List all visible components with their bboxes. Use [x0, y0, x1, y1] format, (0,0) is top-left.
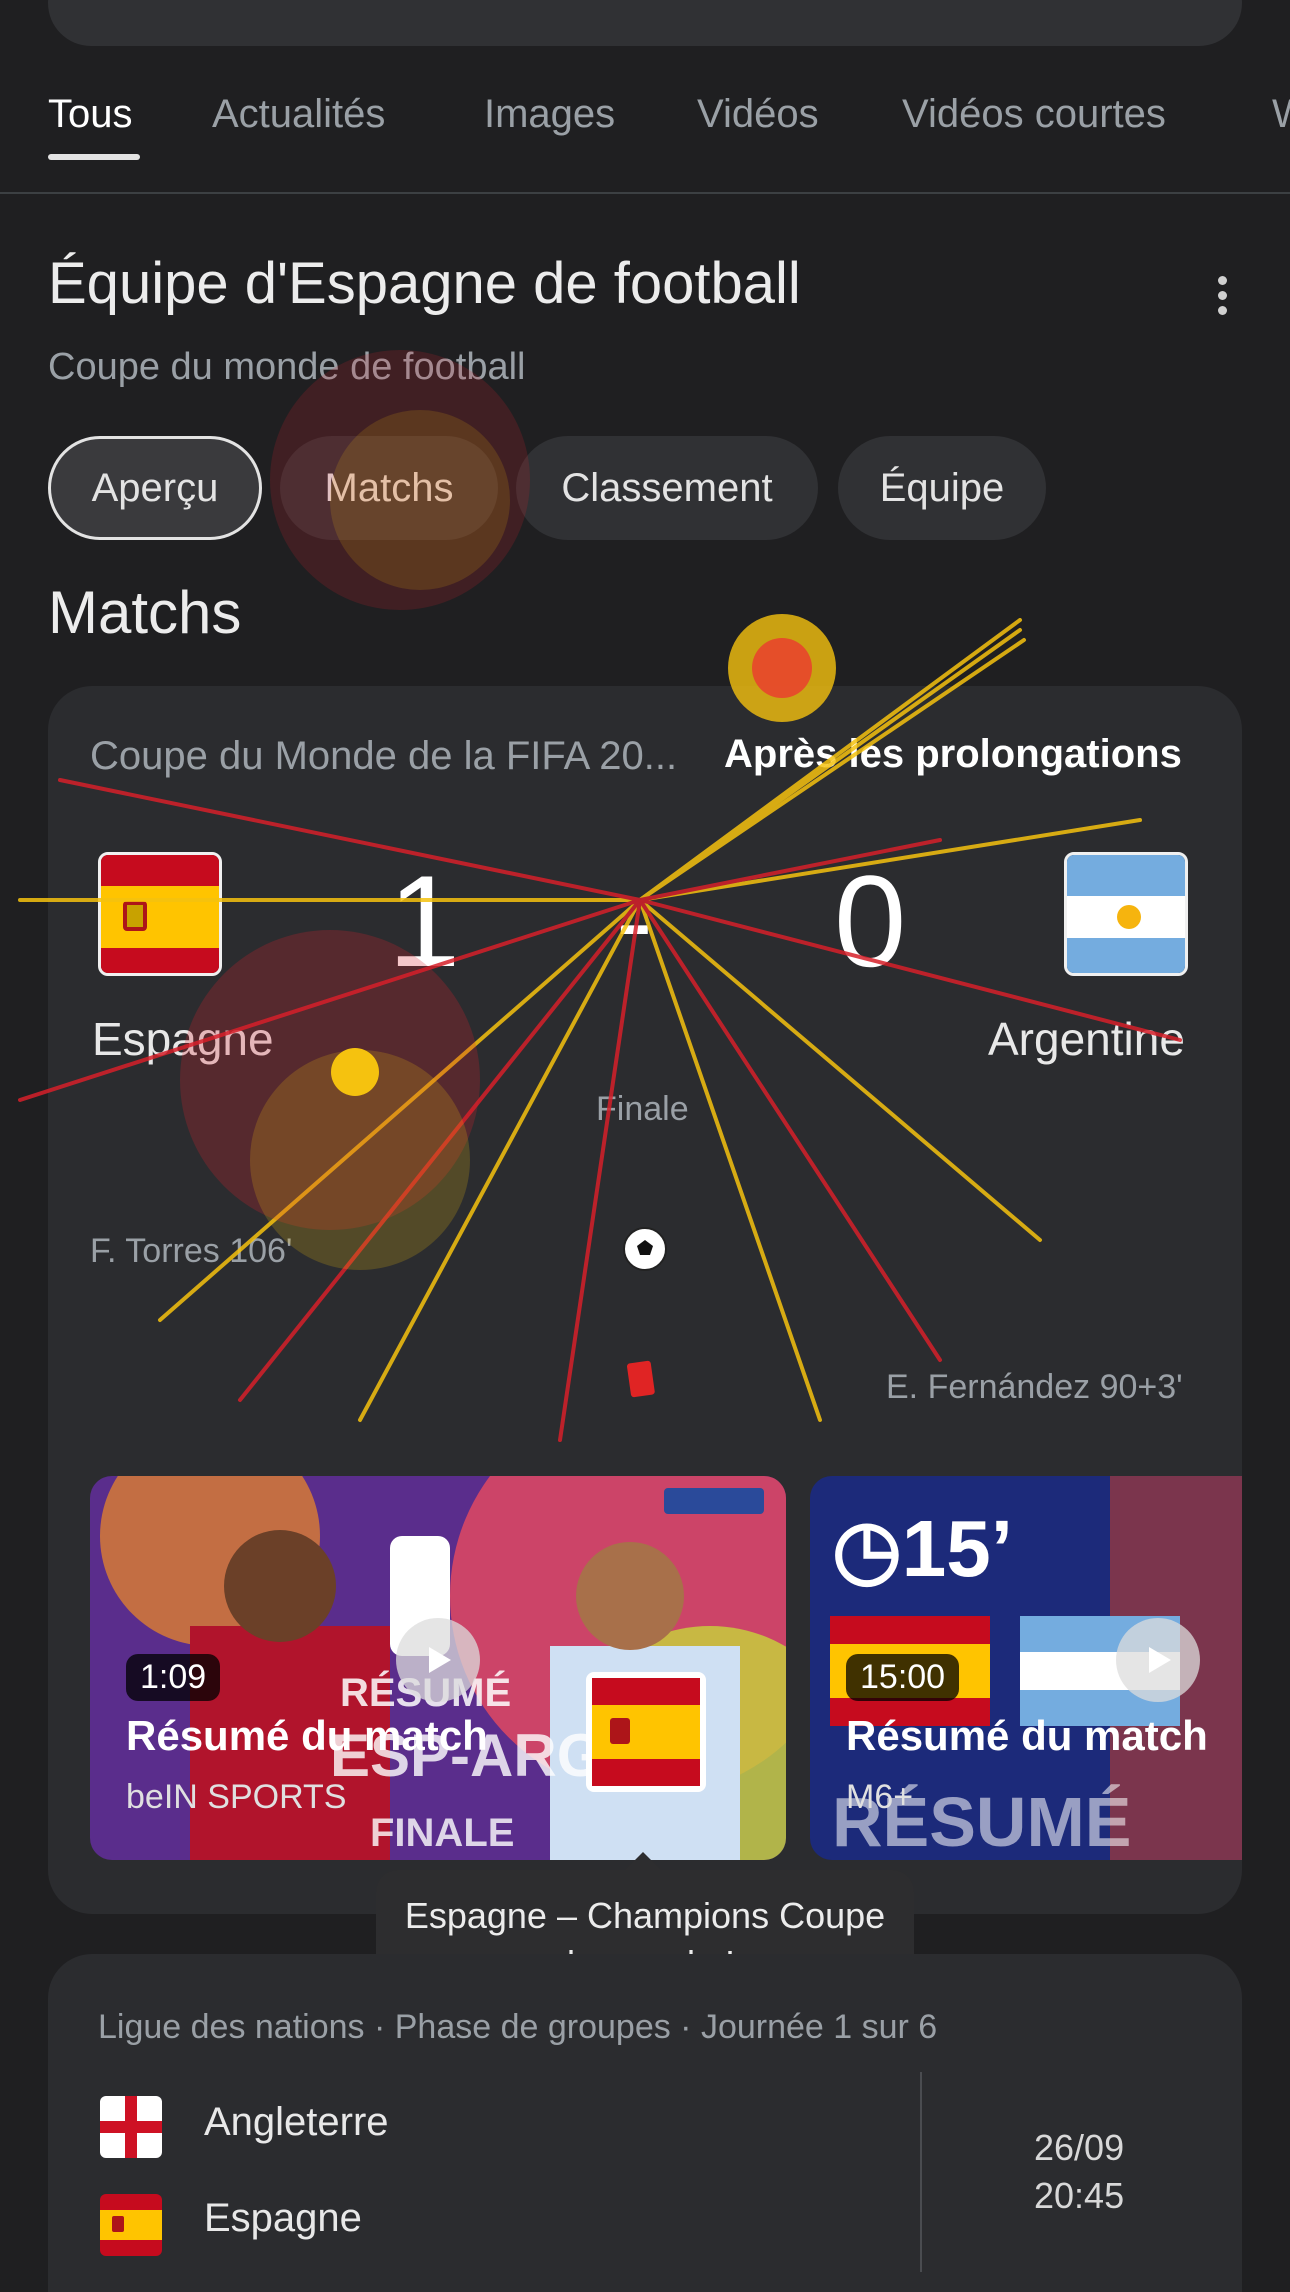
entity-title: Équipe d'Espagne de football	[48, 251, 801, 316]
divider	[920, 2072, 922, 2272]
video-duration: 1:09	[126, 1654, 221, 1701]
tab-videos[interactable]: Vidéos	[697, 92, 819, 137]
video-card-1[interactable]: RÉSUMÉ ESP-ARG FINALE 1:09 Résumé du mat…	[90, 1476, 786, 1860]
more-options-icon[interactable]	[1210, 276, 1234, 320]
england-flag	[100, 2096, 162, 2158]
search-tabs: Tous Actualités Images Vidéos Vidéos cou…	[0, 82, 1290, 194]
team-spain[interactable]: Espagne	[204, 2196, 362, 2241]
home-scorer: F. Torres 106'	[90, 1232, 293, 1270]
play-icon[interactable]	[1116, 1618, 1200, 1702]
tab-web[interactable]: W	[1272, 92, 1290, 137]
match-date: 26/09	[1034, 2127, 1125, 2168]
home-score: 1	[388, 848, 461, 994]
soccer-ball-icon	[623, 1227, 667, 1271]
chip-standings[interactable]: Classement	[516, 436, 818, 540]
svg-text:FINALE: FINALE	[370, 1811, 514, 1855]
matches-section-title: Matchs	[48, 579, 242, 646]
away-team-name[interactable]: Argentine	[988, 1012, 1185, 1066]
team-england[interactable]: Angleterre	[204, 2100, 389, 2145]
video-source: beIN SPORTS	[126, 1778, 347, 1816]
tab-short-videos[interactable]: Vidéos courtes	[902, 92, 1166, 137]
entity-subtitle: Coupe du monde de football	[48, 346, 526, 388]
away-score: 0	[834, 848, 907, 994]
video-duration: 15:00	[846, 1654, 960, 1701]
tab-all[interactable]: Tous	[48, 92, 133, 137]
match-datetime: 26/09 20:45	[1034, 2124, 1124, 2220]
chip-overview[interactable]: Aperçu	[48, 436, 262, 540]
search-bar[interactable]	[48, 0, 1242, 46]
spain-flag-small	[100, 2194, 162, 2256]
upcoming-match-card[interactable]: Ligue des nations · Phase de groupes · J…	[48, 1954, 1242, 2292]
active-tab-indicator	[48, 154, 140, 160]
competition-label: Coupe du Monde de la FIFA 20...	[90, 734, 678, 778]
match-time: 20:45	[1034, 2175, 1125, 2216]
red-card-icon	[626, 1360, 655, 1398]
chip-matches[interactable]: Matchs	[280, 436, 498, 540]
svg-text:◷15’: ◷15’	[832, 1504, 1013, 1593]
away-event: E. Fernández 90+3'	[886, 1368, 1183, 1406]
home-team-name[interactable]: Espagne	[92, 1012, 274, 1066]
tab-images[interactable]: Images	[484, 92, 615, 137]
match-stage: Finale	[596, 1090, 689, 1128]
play-icon[interactable]	[396, 1618, 480, 1702]
spain-flag	[98, 852, 222, 976]
video-source: M6+	[846, 1778, 914, 1816]
chip-team[interactable]: Équipe	[838, 436, 1046, 540]
argentina-flag	[1064, 852, 1188, 976]
video-title: Résumé du match	[126, 1712, 488, 1759]
match-status: Après les prolongations	[724, 732, 1182, 776]
league-label: Ligue des nations · Phase de groupes · J…	[98, 2008, 938, 2046]
video-card-2[interactable]: ◷15’ RÉSUMÉ 15:00 Résumé du match M6+	[810, 1476, 1242, 1860]
score-separator: -	[616, 860, 653, 983]
video-title: Résumé du match	[846, 1712, 1208, 1759]
tab-news[interactable]: Actualités	[212, 92, 385, 137]
match-card[interactable]: Coupe du Monde de la FIFA 20... Après le…	[48, 686, 1242, 1914]
